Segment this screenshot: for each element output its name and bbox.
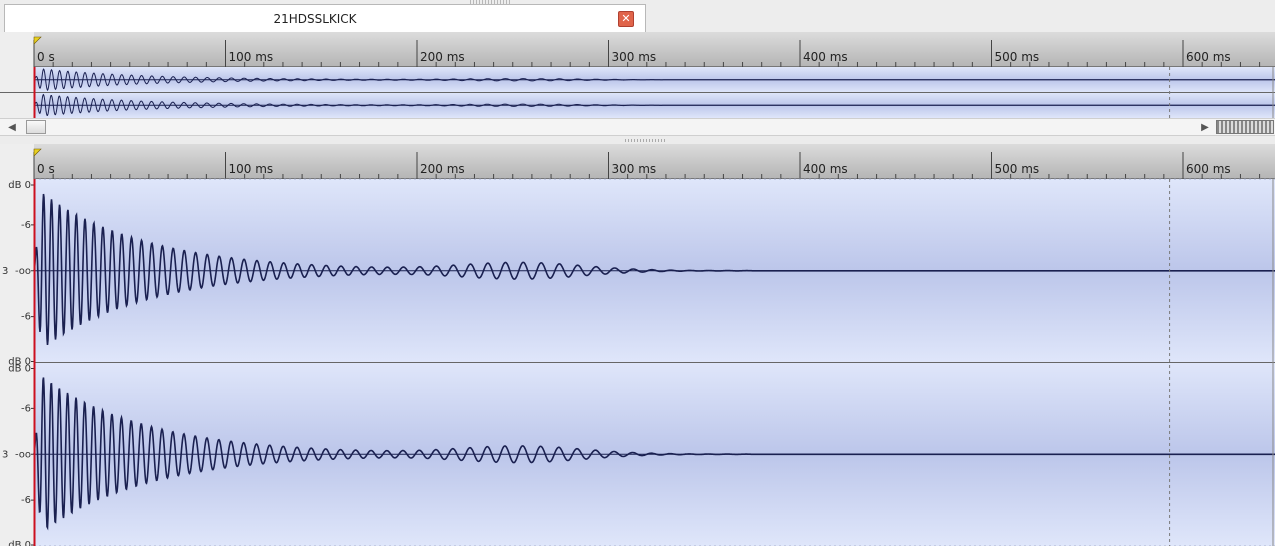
db-scale-label: -6 [21, 495, 31, 506]
db-scale-label: dB 0 [8, 540, 31, 546]
ruler-tick-label: 400 ms [803, 162, 848, 176]
ruler-tick-label: 100 ms [229, 50, 274, 64]
ruler-tick-label: 0 s [37, 50, 55, 64]
detail-gutter [0, 144, 34, 546]
ruler-tick-label: 600 ms [1186, 50, 1231, 64]
db-scale-label: -6 [21, 312, 31, 323]
ruler-tick-label: 600 ms [1186, 162, 1231, 176]
tab-21hdsslkick[interactable]: 21HDSSLKICK ✕ [4, 4, 646, 32]
ruler-tick-label: 200 ms [420, 162, 465, 176]
scroll-right-icon[interactable]: ▶ [1197, 120, 1213, 136]
ruler-tick-label: 300 ms [612, 50, 657, 64]
ruler-tick-label: 500 ms [995, 162, 1040, 176]
db-scale-label: -oo [15, 449, 31, 460]
db-scale-label-prefix: 3 [2, 449, 8, 460]
db-scale-label: -6 [21, 403, 31, 414]
db-scale-label: dB 0 [8, 180, 31, 191]
scroll-left-icon[interactable]: ◀ [4, 120, 20, 136]
ruler-tick-label: 0 s [37, 162, 55, 176]
splitter-grip[interactable] [625, 139, 667, 142]
ruler-tick-label: 400 ms [803, 50, 848, 64]
ruler-tick-label: 300 ms [612, 162, 657, 176]
scroll-thumb[interactable] [26, 120, 46, 134]
db-scale-label: -6 [21, 220, 31, 231]
overview-gutter [0, 32, 34, 118]
overview-svg[interactable]: 0 s 100 ms 200 ms 300 ms 400 ms 500 ms 600 ms [0, 32, 1275, 118]
ruler-tick-label: 100 ms [229, 162, 274, 176]
close-icon[interactable]: ✕ [618, 11, 634, 27]
db-scale-label: dB 0 [8, 364, 31, 375]
tab-title: 21HDSSLKICK [273, 12, 357, 26]
ruler-tick-label: 500 ms [995, 50, 1040, 64]
detail-pane[interactable]: 0 s 100 ms 200 ms 300 ms 400 ms 500 ms 600 ms d… [0, 144, 1275, 546]
horizontal-scrollbar[interactable]: ◀ ▶ [0, 118, 1275, 136]
tab-strip: 21HDSSLKICK ✕ [0, 0, 1275, 33]
detail-svg[interactable]: 0 s 100 ms 200 ms 300 ms 400 ms 500 ms 600 ms d… [0, 144, 1275, 546]
zoom-handle[interactable] [1216, 120, 1274, 134]
db-scale-label: -oo [15, 266, 31, 277]
ruler-tick-label: 200 ms [420, 50, 465, 64]
pane-splitter[interactable] [0, 136, 1275, 144]
overview-pane[interactable]: 0 s 100 ms 200 ms 300 ms 400 ms 500 ms 600 ms [0, 32, 1275, 118]
db-scale-label-prefix: 3 [2, 266, 8, 277]
